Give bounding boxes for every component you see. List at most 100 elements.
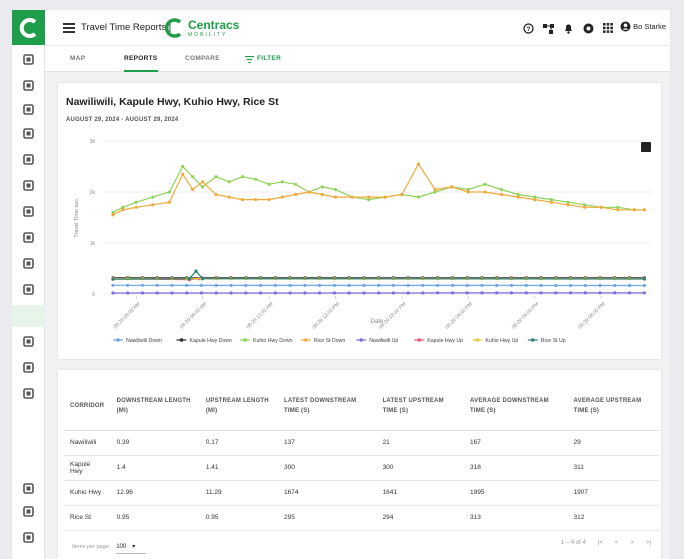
satellite-icon[interactable]: [22, 257, 35, 270]
series-point: [254, 198, 258, 202]
column-header: CORRIDOR: [64, 382, 111, 431]
x-tick-label: 08-29 12:00 PM: [311, 301, 340, 330]
series-point: [303, 283, 307, 287]
series-point: [111, 277, 115, 281]
settings-icon[interactable]: [22, 505, 35, 518]
tab-compare[interactable]: COMPARE: [185, 46, 220, 72]
table-cell: 0.95: [110, 505, 200, 531]
legend-entry: Rice St Down: [314, 338, 346, 344]
clock-icon[interactable]: [22, 361, 35, 374]
devices-icon[interactable]: [22, 231, 35, 244]
series-point: [549, 200, 553, 204]
series-point: [191, 187, 195, 192]
table-cell: 318: [464, 455, 568, 481]
series-point: [111, 283, 115, 287]
series-point: [185, 291, 189, 295]
centracs-logo[interactable]: [12, 10, 45, 45]
series-point: [377, 283, 381, 287]
series-point: [483, 182, 487, 186]
crop-icon[interactable]: [22, 205, 35, 218]
series-point: [632, 208, 637, 212]
tab-reports[interactable]: REPORTS: [124, 46, 158, 72]
series-point: [347, 283, 351, 287]
help-icon[interactable]: ?: [522, 22, 534, 34]
swap-icon[interactable]: [22, 153, 35, 166]
map-icon[interactable]: [22, 79, 35, 92]
tab-map[interactable]: MAP: [70, 46, 85, 72]
filter-button[interactable]: FILTER: [245, 46, 281, 72]
prev-page-icon[interactable]: <: [615, 540, 619, 546]
series-point: [181, 172, 185, 176]
series-point: [167, 200, 171, 204]
table-cell: 1.41: [199, 455, 279, 481]
x-tick-label: 08-29 06:00 PM: [511, 301, 540, 330]
series-point: [187, 277, 191, 281]
table-cell: 1674: [278, 480, 377, 506]
series-point: [214, 291, 218, 295]
logout-icon[interactable]: [22, 531, 35, 544]
filter-icon: [245, 55, 254, 63]
next-page-icon[interactable]: >: [630, 540, 634, 546]
travel-time-chart: 0 1k 2k 3k Travel Time sec. 08-29 06:00 AM 08-…: [74, 139, 651, 344]
table-row[interactable]: Kapule Hwy 1.4 1.41 300 300 318 311: [64, 455, 660, 481]
dashboard-icon[interactable]: [22, 53, 35, 66]
series-point: [280, 180, 284, 184]
table-cell: 137: [278, 430, 377, 456]
first-page-icon[interactable]: |<: [598, 540, 603, 546]
support-icon[interactable]: [582, 22, 594, 34]
user-menu[interactable]: Bo Starke: [620, 21, 666, 32]
grid-icon[interactable]: [22, 482, 35, 495]
chart-icon[interactable]: [22, 179, 35, 192]
series-point: [170, 283, 174, 287]
column-header: LATEST DOWNSTREAM TIME (S): [278, 382, 377, 431]
signal-icon[interactable]: [22, 103, 35, 116]
series-point: [320, 185, 324, 189]
bell-icon[interactable]: [562, 22, 574, 34]
series-point: [450, 185, 454, 189]
column-header: DOWNSTREAM LENGTH (MI): [110, 382, 200, 431]
menu-icon[interactable]: [63, 23, 75, 33]
edit-icon[interactable]: [22, 387, 35, 400]
series-point: [554, 291, 558, 295]
series-point: [121, 208, 125, 212]
table-row[interactable]: Rice St 0.95 0.95 295 294 313 312: [64, 505, 660, 531]
x-tick-label: 08-29 10:00 AM: [245, 301, 274, 330]
series-point: [450, 291, 455, 295]
series-point: [436, 291, 440, 295]
brand-logo: Centracs MOBILITY: [163, 15, 239, 41]
series-point: [483, 190, 487, 194]
legend-entry: Kapule Hwy Up: [427, 338, 463, 344]
series-point: [350, 195, 354, 199]
image-icon[interactable]: [22, 335, 35, 348]
series-point: [332, 291, 336, 295]
filter-label: FILTER: [257, 55, 282, 62]
brand-sub: MOBILITY: [188, 31, 228, 38]
bar-chart-icon[interactable]: [22, 283, 35, 296]
svg-text:?: ?: [526, 26, 530, 33]
series-point: [240, 198, 245, 202]
last-page-icon[interactable]: >|: [646, 540, 651, 546]
series-point: [598, 291, 602, 295]
table-cell: 1641: [376, 480, 465, 506]
series-point: [294, 182, 298, 186]
series-point: [294, 192, 298, 197]
series-point: [214, 283, 218, 287]
reports-icon[interactable]: [22, 127, 35, 140]
legend-entry: Kapule Hwy Down: [190, 338, 232, 344]
series-point: [642, 283, 647, 288]
table-row[interactable]: Kuhio Hwy 12.96 11.29 1674 1641 1995 1907: [64, 480, 660, 506]
series-point: [201, 277, 205, 281]
series-point: [391, 283, 395, 287]
table-row[interactable]: Nawiliwili 0.39 0.17 137 21 167 29: [64, 430, 660, 456]
y-tick-label: 1k: [90, 241, 96, 247]
table-cell: 311: [567, 455, 660, 481]
network-icon[interactable]: [542, 22, 554, 34]
legend-swatch-dot: [359, 338, 364, 342]
series-point: [539, 291, 543, 295]
series-point: [524, 291, 528, 295]
items-per-page-select[interactable]: 100 ▾: [116, 540, 147, 554]
x-tick-label: 08-29 08:00 AM: [179, 301, 208, 330]
apps-grid-icon[interactable]: [602, 22, 614, 34]
series-point: [406, 291, 410, 295]
table-cell: 295: [278, 505, 377, 531]
